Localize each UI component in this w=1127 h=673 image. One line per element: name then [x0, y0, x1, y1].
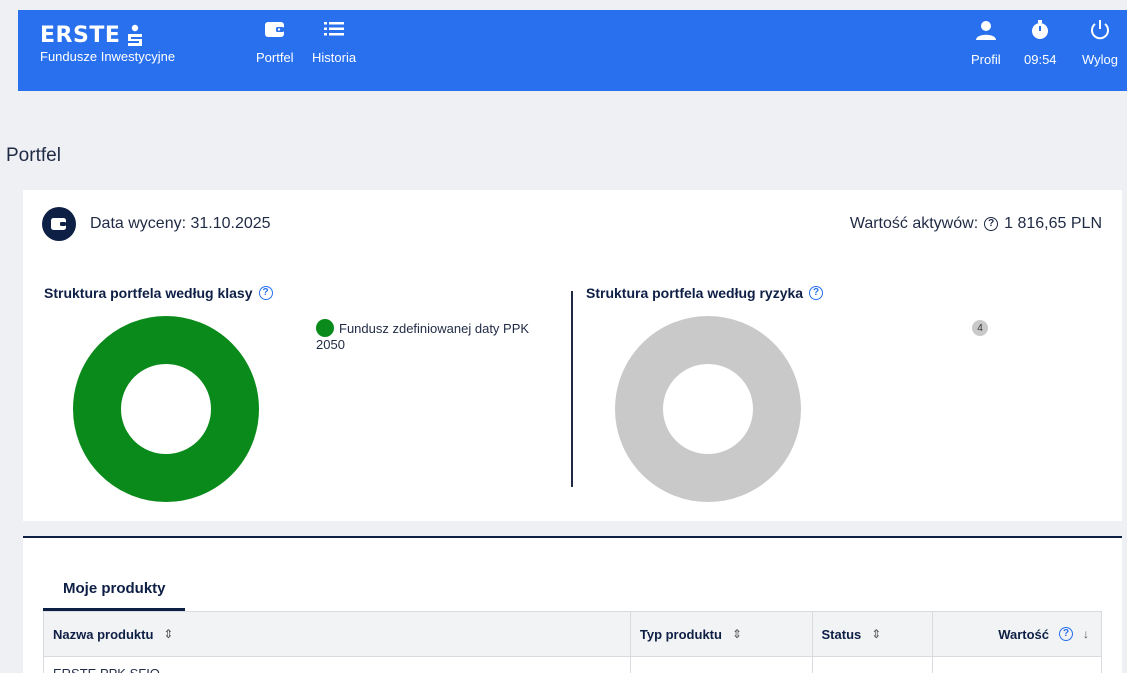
- timer-icon: [1030, 20, 1050, 45]
- column-header-product-name[interactable]: Nazwa produktu ⇕: [44, 612, 631, 656]
- nav-historia[interactable]: Historia: [312, 20, 356, 65]
- power-icon: [1089, 20, 1111, 45]
- class-structure-title: Struktura portfela według klasy ?: [44, 285, 273, 301]
- page-title: Portfel: [6, 145, 61, 166]
- column-header-value[interactable]: Wartość ? ↓: [933, 612, 1101, 656]
- logo-word: ERSTE: [40, 23, 121, 48]
- section-divider: [571, 291, 573, 487]
- user-icon: [975, 20, 997, 45]
- valuation-date: Data wyceny: 31.10.2025: [90, 215, 271, 232]
- class-donut-slice[interactable]: [73, 316, 259, 502]
- risk-level-badge: 4: [972, 320, 988, 336]
- help-icon[interactable]: ?: [1059, 627, 1073, 641]
- sort-icon: ⇕: [731, 627, 743, 641]
- table-row[interactable]: ERSTE PPK SFIO: [43, 657, 1102, 673]
- help-icon[interactable]: ?: [809, 286, 824, 300]
- sort-desc-icon: ↓: [1083, 627, 1089, 641]
- portfolio-summary-card: Data wyceny: 31.10.2025 Wartość aktywów:…: [23, 190, 1122, 521]
- products-card: Moje produkty Nazwa produktu ⇕ Typ produ…: [23, 536, 1122, 673]
- logout-button[interactable]: Wylog: [1082, 20, 1118, 67]
- assets-value: 1 816,65 PLN: [1004, 215, 1102, 232]
- cell-value: [933, 657, 1101, 673]
- risk-structure-title: Struktura portfela według ryzyka ?: [586, 285, 824, 301]
- tab-my-products[interactable]: Moje produkty: [43, 576, 185, 611]
- help-icon[interactable]: ?: [984, 217, 999, 231]
- legend-dot: [316, 319, 334, 337]
- sort-icon: ⇕: [163, 627, 174, 641]
- sort-icon: ⇕: [871, 627, 882, 641]
- class-donut-chart: [73, 316, 259, 502]
- column-label: Status: [821, 626, 862, 642]
- assets-value-row: Wartość aktywów: ? 1 816,65 PLN: [850, 215, 1102, 233]
- risk-structure-title-text: Struktura portfela według ryzyka: [586, 285, 804, 301]
- nav-profil-label: Profil: [971, 52, 1001, 67]
- nav-portfel-label: Portfel: [256, 50, 294, 65]
- column-header-product-type[interactable]: Typ produktu ⇕: [631, 612, 813, 656]
- sparkasse-s-icon: [126, 24, 144, 48]
- assets-label: Wartość aktywów:: [849, 215, 979, 232]
- column-label: Typ produktu: [639, 626, 722, 642]
- class-legend-item: Fundusz zdefiniowanej daty PPK 2050: [316, 319, 546, 353]
- column-header-status[interactable]: Status ⇕: [813, 612, 934, 656]
- top-bar: ERSTE Fundusze Inwestycyjne Portfel Hist…: [18, 10, 1127, 91]
- erste-logo[interactable]: ERSTE Fundusze Inwestycyjne: [40, 23, 176, 65]
- cell-product-name[interactable]: ERSTE PPK SFIO: [44, 657, 631, 673]
- risk-donut-slice[interactable]: [615, 316, 801, 502]
- table-header: Nazwa produktu ⇕ Typ produktu ⇕ Status ⇕…: [43, 611, 1102, 657]
- column-label: Wartość: [998, 626, 1049, 642]
- nav-profil[interactable]: Profil: [971, 20, 1001, 67]
- cell-status: [813, 657, 934, 673]
- list-icon: [324, 20, 345, 43]
- wallet-icon: [264, 20, 285, 43]
- nav-portfel[interactable]: Portfel: [256, 20, 294, 65]
- products-table: Nazwa produktu ⇕ Typ produktu ⇕ Status ⇕…: [43, 611, 1102, 673]
- column-label: Nazwa produktu: [53, 626, 154, 642]
- nav-historia-label: Historia: [312, 50, 357, 65]
- session-timer: 09:54: [1024, 20, 1057, 67]
- risk-donut-chart: [615, 316, 801, 502]
- logout-label: Wylog: [1082, 52, 1119, 67]
- cell-product-type: [631, 657, 813, 673]
- logo-subtitle: Fundusze Inwestycyjne: [40, 49, 176, 64]
- class-structure-title-text: Struktura portfela według klasy: [44, 285, 253, 301]
- class-legend-label: Fundusz zdefiniowanej daty PPK 2050: [316, 321, 530, 352]
- wallet-icon: [42, 207, 76, 241]
- session-time: 09:54: [1024, 52, 1057, 67]
- help-icon[interactable]: ?: [258, 286, 273, 300]
